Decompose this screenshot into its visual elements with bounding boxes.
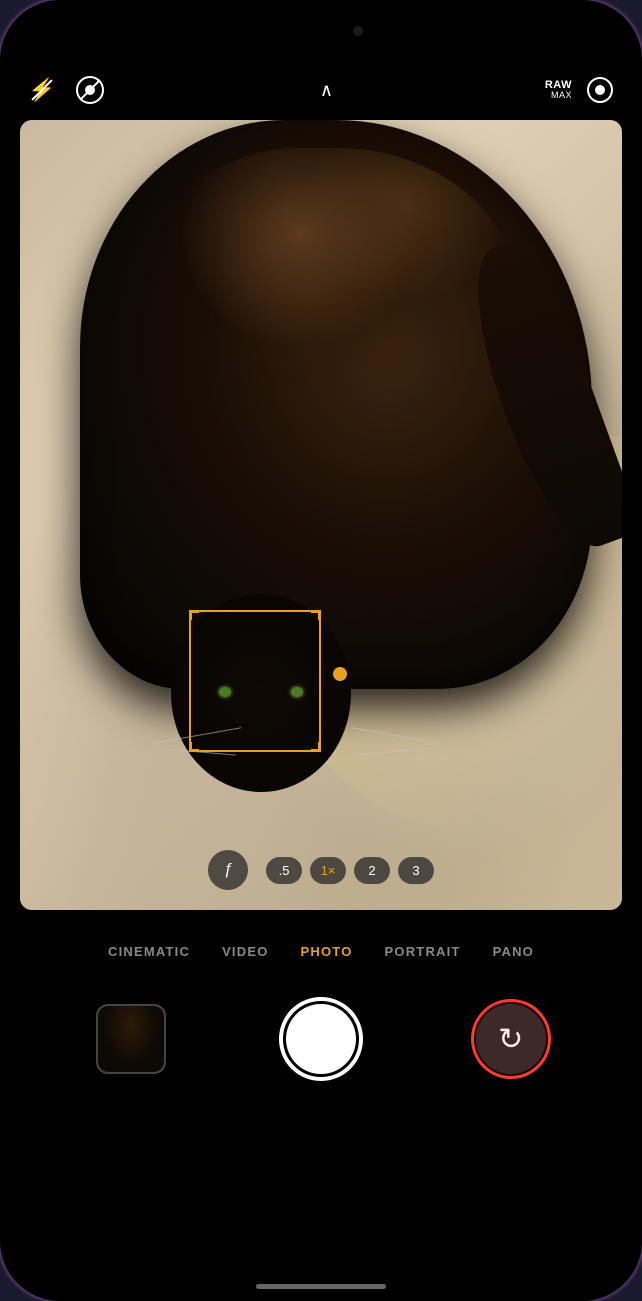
photo-thumbnail[interactable] — [96, 1004, 166, 1074]
exposure-dot[interactable] — [333, 667, 347, 681]
live-photo-button[interactable] — [72, 72, 108, 108]
live-photo-icon — [76, 76, 104, 104]
mode-portrait-label: PORTRAIT — [385, 944, 461, 959]
zoom-3x-button[interactable]: 3 — [398, 857, 434, 884]
cat-fur — [157, 148, 515, 432]
flip-camera-container: ↻ — [476, 1004, 546, 1074]
camera-top-controls: ⚡ ∧ — [24, 72, 618, 108]
mode-pano-label: PANO — [493, 944, 534, 959]
mode-pano[interactable]: PANO — [477, 936, 550, 967]
bottom-controls: CINEMATIC VIDEO PHOTO PORTRAIT PANO — [0, 916, 642, 1301]
zoom-controls: ƒ .5 1× 2 3 — [20, 850, 622, 890]
cat-scene: ƒ .5 1× 2 3 — [20, 120, 622, 910]
zoom-1x-button[interactable]: 1× — [310, 857, 346, 884]
shutter-controls: ↻ — [0, 967, 642, 1101]
focus-corner-tl — [189, 610, 199, 620]
raw-max-indicator[interactable]: RAW MAX — [545, 80, 572, 100]
dynamic-island — [261, 14, 381, 48]
max-label: MAX — [551, 91, 572, 100]
live-off-strike — [79, 79, 100, 100]
flash-button[interactable]: ⚡ — [24, 72, 60, 108]
mode-cinematic-label: CINEMATIC — [108, 944, 190, 959]
camera-dot — [353, 26, 363, 36]
focus-corner-bl — [189, 742, 199, 752]
left-controls: ⚡ — [24, 72, 108, 108]
chevron-up-icon: ∧ — [320, 80, 333, 101]
mode-portrait[interactable]: PORTRAIT — [369, 936, 477, 967]
phone-frame: ⚡ ∧ — [0, 0, 642, 1301]
zoom-0-5-label: .5 — [279, 863, 290, 878]
camera-preview: ƒ .5 1× 2 3 — [20, 120, 622, 910]
shutter-button[interactable] — [279, 997, 363, 1081]
mode-video[interactable]: VIDEO — [206, 936, 284, 967]
zoom-3x-label: 3 — [412, 863, 419, 878]
phone-screen: ⚡ ∧ — [0, 0, 642, 1301]
focus-box[interactable] — [189, 610, 321, 752]
mode-video-label: VIDEO — [222, 944, 268, 959]
zoom-2x-button[interactable]: 2 — [354, 857, 390, 884]
zoom-0-5-button[interactable]: .5 — [266, 857, 302, 884]
thumbnail-image — [98, 1006, 164, 1072]
mode-cinematic[interactable]: CINEMATIC — [92, 936, 206, 967]
mode-selector: CINEMATIC VIDEO PHOTO PORTRAIT PANO — [0, 916, 642, 967]
right-controls: RAW MAX — [545, 72, 618, 108]
expand-button[interactable]: ∧ — [308, 72, 344, 108]
home-indicator[interactable] — [256, 1284, 386, 1289]
aperture-icon: ƒ — [224, 861, 233, 879]
zoom-2x-label: 2 — [368, 863, 375, 878]
mode-photo[interactable]: PHOTO — [285, 936, 369, 967]
live-circle-button[interactable] — [582, 72, 618, 108]
live-photo-circle-icon — [586, 76, 614, 104]
camera-viewfinder[interactable]: ƒ .5 1× 2 3 — [20, 120, 622, 910]
shutter-inner — [286, 1004, 356, 1074]
mode-photo-label: PHOTO — [301, 944, 353, 959]
focus-corner-tr — [311, 610, 321, 620]
focus-corner-br — [311, 742, 321, 752]
aperture-button[interactable]: ƒ — [208, 850, 248, 890]
zoom-1x-label: 1× — [321, 863, 336, 878]
flip-highlight-ring — [471, 999, 551, 1079]
